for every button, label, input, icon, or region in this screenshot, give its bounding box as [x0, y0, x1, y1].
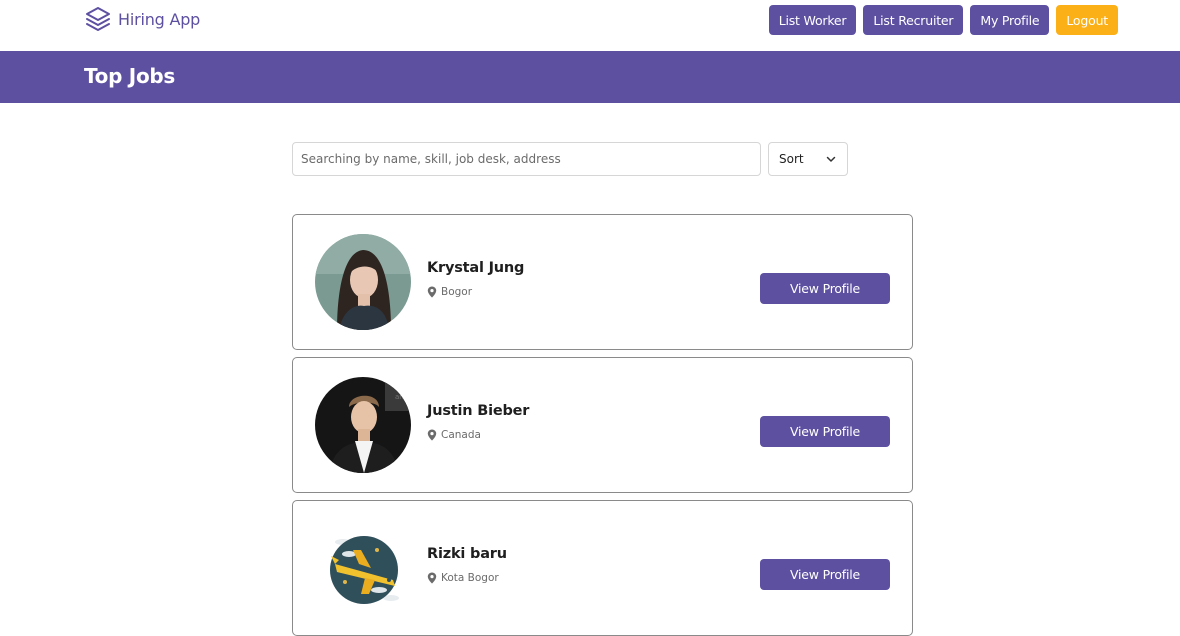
worker-card: Rizki baru Kota Bogor View Profile	[292, 500, 913, 636]
brand-logo-link[interactable]: Hiring App	[84, 5, 200, 33]
view-profile-button[interactable]: View Profile	[760, 273, 890, 304]
worker-location: Canada	[427, 429, 481, 441]
view-profile-button[interactable]: View Profile	[760, 559, 890, 590]
nav-actions: List Worker List Recruiter My Profile Lo…	[768, 5, 1118, 35]
avatar: an	[315, 377, 411, 473]
worker-name: Justin Bieber	[427, 403, 530, 419]
avatar	[315, 520, 411, 616]
list-worker-button[interactable]: List Worker	[768, 5, 857, 35]
location-text: Canada	[441, 429, 481, 441]
view-profile-button[interactable]: View Profile	[760, 416, 890, 447]
list-recruiter-button[interactable]: List Recruiter	[863, 5, 964, 35]
svg-text:an: an	[395, 393, 404, 401]
location-pin-icon	[427, 429, 437, 441]
worker-name: Krystal Jung	[427, 260, 525, 276]
sort-dropdown[interactable]: Sort	[768, 142, 848, 176]
worker-name: Rizki baru	[427, 546, 507, 562]
location-text: Kota Bogor	[441, 572, 499, 584]
page-title: Top Jobs	[84, 64, 176, 88]
location-pin-icon	[427, 286, 437, 298]
search-input[interactable]	[292, 142, 761, 176]
logout-button[interactable]: Logout	[1056, 5, 1118, 35]
chevron-down-icon	[826, 156, 836, 162]
location-text: Bogor	[441, 286, 473, 298]
avatar	[315, 234, 411, 330]
worker-card: an Justin Bieber Canada View Profile	[292, 357, 913, 493]
layers-icon	[86, 7, 110, 31]
navbar: Hiring App List Worker List Recruiter My…	[0, 0, 1180, 51]
location-pin-icon	[427, 572, 437, 584]
worker-location: Bogor	[427, 286, 472, 298]
worker-location: Kota Bogor	[427, 572, 499, 584]
brand-name: Hiring App	[118, 9, 201, 29]
sort-label: Sort	[779, 152, 804, 166]
page-banner: Top Jobs	[0, 51, 1180, 103]
worker-card: Krystal Jung Bogor View Profile	[292, 214, 913, 350]
my-profile-button[interactable]: My Profile	[970, 5, 1050, 35]
